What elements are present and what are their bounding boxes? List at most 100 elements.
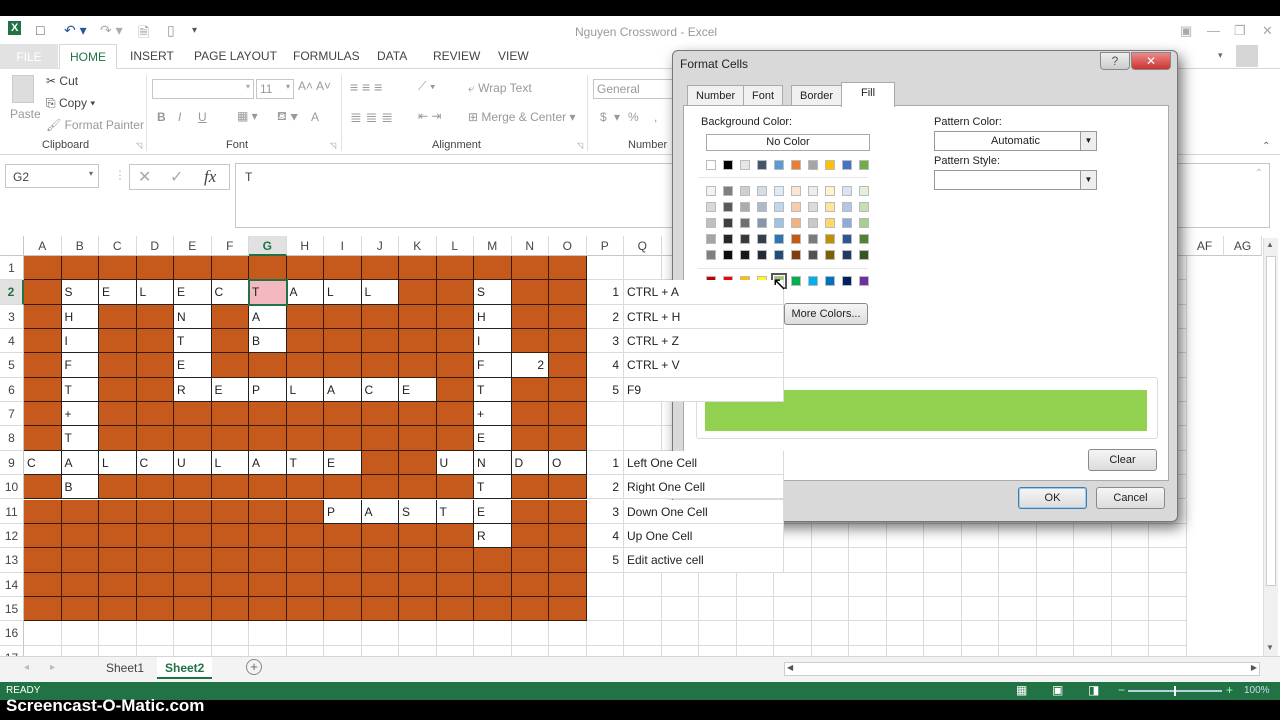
crossword-letter-cell[interactable]: T [61,426,99,451]
crossword-letter-cell[interactable]: E [399,377,437,403]
crossword-block[interactable] [136,256,174,281]
zoom-slider[interactable] [1128,686,1222,696]
crossword-block[interactable] [511,475,549,500]
crossword-block[interactable] [436,402,474,427]
crossword-block[interactable] [361,475,399,500]
crossword-block[interactable] [436,256,474,281]
theme-color-swatch[interactable] [791,160,801,170]
theme-shade-swatch[interactable] [723,250,733,260]
crossword-block[interactable] [549,572,587,597]
crossword-block[interactable] [99,402,137,427]
sheet-tab-sheet1[interactable]: Sheet1 [106,661,144,675]
number-format-dropdown[interactable]: General [593,79,683,99]
crossword-letter-cell[interactable]: C [211,280,249,305]
crossword-block[interactable] [324,426,362,451]
comma-button[interactable]: , [654,110,657,124]
crossword-block[interactable] [24,475,62,500]
cell[interactable] [661,572,699,597]
crossword-block[interactable] [24,280,62,305]
collapse-formula-bar-icon[interactable]: ⌃ [1255,168,1263,179]
cell[interactable] [586,572,624,597]
cell[interactable] [1036,621,1074,646]
crossword-block[interactable] [24,523,62,549]
zoom-slider-thumb[interactable] [1174,686,1176,696]
zoom-out-icon[interactable]: − [1118,683,1125,697]
tab-home[interactable]: HOME [59,44,117,70]
crossword-block[interactable] [436,426,474,451]
font-launcher-icon[interactable]: ◹ [330,141,336,150]
cell[interactable] [924,523,962,549]
crossword-block[interactable] [399,450,437,476]
clue-text[interactable]: CTRL + V [624,353,784,378]
tab-review[interactable]: REVIEW [433,49,480,63]
theme-shade-swatch[interactable] [808,218,818,228]
cell[interactable] [924,596,962,622]
cell[interactable] [624,402,662,427]
crossword-letter-cell[interactable]: F [474,353,512,378]
theme-shade-swatch[interactable] [808,234,818,244]
theme-color-swatch[interactable] [740,160,750,170]
crossword-letter-cell[interactable]: T [286,450,324,476]
cell[interactable] [699,572,737,597]
theme-shade-swatch[interactable] [808,250,818,260]
crossword-letter-cell[interactable]: L [99,450,137,476]
crossword-block[interactable] [249,572,287,597]
zoom-in-icon[interactable]: + [1226,683,1233,697]
theme-shade-swatch[interactable] [859,234,869,244]
crossword-letter-cell[interactable]: T [61,377,99,403]
clue-text[interactable]: Left One Cell [624,450,784,476]
crossword-block[interactable] [361,304,399,330]
clue-number[interactable]: 4 [586,523,624,549]
crossword-block[interactable] [511,596,549,622]
crossword-block[interactable] [436,572,474,597]
zoom-level[interactable]: 100% [1244,685,1270,696]
crossword-block[interactable] [436,280,474,305]
column-header-L[interactable]: L [436,236,474,256]
cell[interactable] [286,621,324,646]
theme-color-swatch[interactable] [757,160,767,170]
crossword-block[interactable] [361,450,399,476]
crossword-block[interactable] [511,499,549,524]
clue-number[interactable]: 1 [586,280,624,305]
crossword-block[interactable] [361,329,399,354]
clue-number[interactable]: 2 [586,304,624,330]
theme-color-swatch[interactable] [842,160,852,170]
crossword-block[interactable] [136,402,174,427]
print-preview-icon[interactable]: 🗎 [138,22,149,46]
crossword-block[interactable] [549,280,587,305]
theme-shade-swatch[interactable] [791,202,801,212]
crossword-block[interactable] [399,596,437,622]
crossword-letter-cell[interactable]: E [474,426,512,451]
crossword-block[interactable] [436,523,474,549]
dialog-tab-fill[interactable]: Fill [841,82,895,107]
crossword-block[interactable] [361,523,399,549]
crossword-block[interactable] [286,256,324,281]
crossword-block[interactable] [324,596,362,622]
theme-shade-swatch[interactable] [842,250,852,260]
theme-shade-swatch[interactable] [740,202,750,212]
cell[interactable] [361,621,399,646]
theme-shade-swatch[interactable] [706,234,716,244]
crossword-block[interactable] [249,523,287,549]
cell[interactable] [624,621,662,646]
theme-shade-swatch[interactable] [740,250,750,260]
cell[interactable] [586,596,624,622]
crossword-letter-cell[interactable]: S [61,280,99,305]
undo-icon[interactable]: ↶ ▾ [64,22,87,39]
scroll-up-icon[interactable]: ▲ [1266,240,1274,249]
crossword-block[interactable] [361,256,399,281]
crossword-block[interactable] [436,353,474,378]
crossword-block[interactable] [511,304,549,330]
crossword-block[interactable] [136,304,174,330]
crossword-block[interactable] [511,402,549,427]
theme-shade-swatch[interactable] [723,234,733,244]
wrap-text-button[interactable]: ⤶ Wrap Text [468,81,532,96]
collapse-ribbon-icon[interactable]: ⌃ [1262,141,1270,152]
restore-icon[interactable]: ❐ [1234,23,1246,39]
merge-center-button[interactable]: ⊞ Merge & Center ▾ [468,110,575,124]
cell[interactable] [624,596,662,622]
page-layout-view-icon[interactable]: ▣ [1052,683,1063,697]
column-header-G[interactable]: G [249,236,287,256]
ribbon-display-options-icon[interactable]: ▣ [1180,23,1192,39]
crossword-block[interactable] [99,329,137,354]
